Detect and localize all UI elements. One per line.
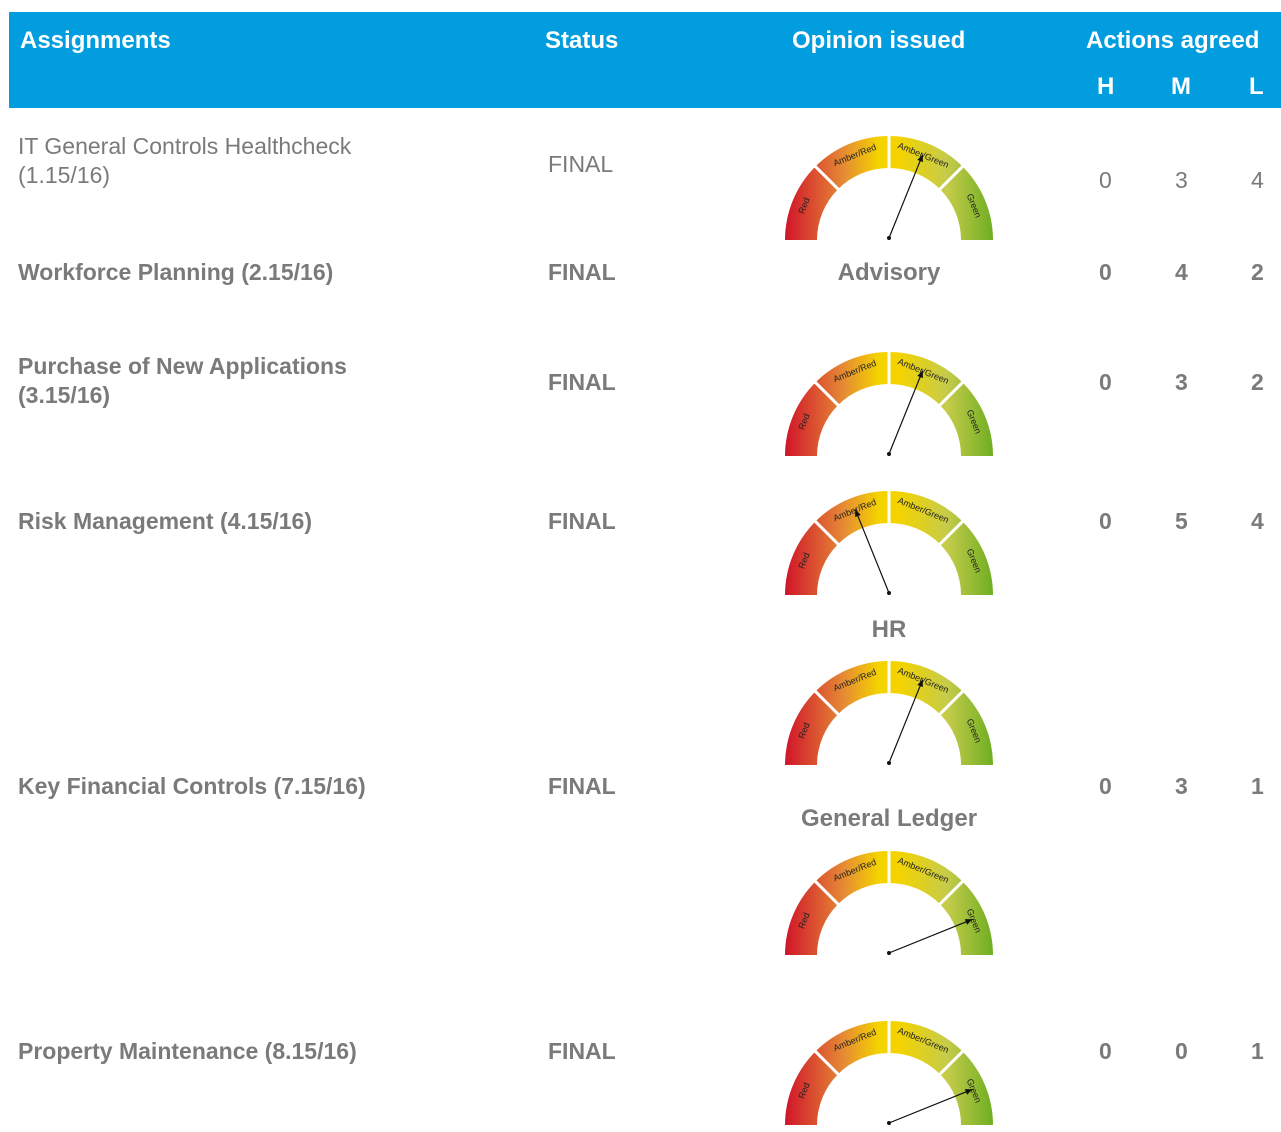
row-1-assignment: IT General Controls Healthcheck (1.15/16… bbox=[18, 132, 351, 190]
gauge-pivot bbox=[887, 452, 891, 456]
row-3-assignment: Purchase of New Applications (3.15/16) bbox=[18, 352, 347, 410]
header-m: M bbox=[1171, 73, 1191, 100]
header-h: H bbox=[1097, 73, 1115, 100]
header-actions-agreed: Actions agreed bbox=[1086, 27, 1260, 54]
row-3-name: Purchase of New Applications bbox=[18, 353, 347, 379]
table-header: Assignments Status Opinion issued Action… bbox=[9, 12, 1281, 108]
row-3-status: FINAL bbox=[548, 369, 616, 395]
header-status: Status bbox=[545, 27, 619, 54]
row-1-m: 3 bbox=[1175, 167, 1188, 193]
row-1-status: FINAL bbox=[548, 151, 614, 177]
row-2-h: 0 bbox=[1099, 259, 1112, 285]
header-l: L bbox=[1249, 73, 1264, 100]
gauge-pivot bbox=[887, 951, 891, 955]
row-5-opinion-gl-label: General Ledger bbox=[800, 805, 978, 832]
row-5-opinion-hr-label: HR bbox=[871, 616, 907, 643]
row-2-m: 4 bbox=[1175, 259, 1188, 285]
row-4-l: 4 bbox=[1251, 508, 1264, 534]
gauge-pivot bbox=[887, 591, 891, 595]
row-1-h: 0 bbox=[1099, 167, 1112, 193]
row-1-name: IT General Controls Healthcheck bbox=[18, 133, 352, 159]
row-6-h: 0 bbox=[1099, 1038, 1112, 1064]
row-3-m: 3 bbox=[1175, 369, 1188, 395]
row-4-opinion-gauge: Red Amber/Red Amber/Green Green bbox=[774, 475, 1004, 602]
row-3-l: 2 bbox=[1251, 369, 1264, 395]
row-1-opinion-gauge: Red Amber/Red Amber/Green Green bbox=[774, 120, 1004, 247]
row-2-assignment: Workforce Planning (2.15/16) bbox=[18, 259, 334, 285]
row-1-name-ref: (1.15/16) bbox=[18, 162, 111, 188]
row-3-name-ref: (3.15/16) bbox=[18, 382, 111, 408]
row-4-m: 5 bbox=[1175, 508, 1188, 534]
row-5-opinion-hr-gauge: Red Amber/Red Amber/Green Green bbox=[774, 645, 1004, 772]
row-6-assignment: Property Maintenance (8.15/16) bbox=[18, 1038, 357, 1064]
row-5-status: FINAL bbox=[548, 773, 616, 799]
row-6-l: 1 bbox=[1251, 1038, 1264, 1064]
row-5-h: 0 bbox=[1099, 773, 1112, 799]
gauge-svg: RedAmber/Red Amber/GreenGreen bbox=[785, 351, 993, 456]
row-4-assignment: Risk Management (4.15/16) bbox=[18, 508, 313, 534]
row-5-m: 3 bbox=[1175, 773, 1188, 799]
row-5-assignment: Key Financial Controls (7.15/16) bbox=[18, 773, 366, 799]
gauge-svg: RedAmber/Red Amber/GreenGreen bbox=[785, 1020, 993, 1125]
row-3-h: 0 bbox=[1099, 369, 1112, 395]
gauge-pivot bbox=[887, 236, 891, 240]
gauge-pivot bbox=[887, 1121, 891, 1125]
row-2-opinion-text: Advisory bbox=[837, 259, 941, 286]
gauge-svg: RedAmber/Red Amber/GreenGreen bbox=[785, 490, 993, 595]
row-6-m: 0 bbox=[1175, 1038, 1188, 1064]
gauge-svg: RedAmber/Red Amber/GreenGreen bbox=[785, 850, 993, 955]
row-1-l: 4 bbox=[1251, 167, 1264, 193]
row-6-opinion-gauge: Red Amber/Red Amber/Green Green bbox=[774, 1005, 1004, 1132]
gauge-pivot bbox=[887, 761, 891, 765]
gauge-svg: RedAmber/Red Amber/GreenGreen bbox=[785, 660, 993, 765]
row-4-status: FINAL bbox=[548, 508, 616, 534]
header-opinion-issued: Opinion issued bbox=[792, 27, 966, 54]
row-2-l: 2 bbox=[1251, 259, 1264, 285]
row-3-opinion-gauge: Red Amber/Red Amber/Green Green bbox=[774, 336, 1004, 463]
gauge-svg: RedAmber/Red Amber/GreenGreen bbox=[785, 135, 993, 240]
row-6-status: FINAL bbox=[548, 1038, 616, 1064]
row-4-h: 0 bbox=[1099, 508, 1112, 534]
row-2-status: FINAL bbox=[548, 259, 616, 285]
row-5-l: 1 bbox=[1251, 773, 1264, 799]
row-5-opinion-gl-gauge: Red Amber/Red Amber/Green Green bbox=[774, 835, 1004, 962]
header-assignments: Assignments bbox=[20, 27, 171, 54]
